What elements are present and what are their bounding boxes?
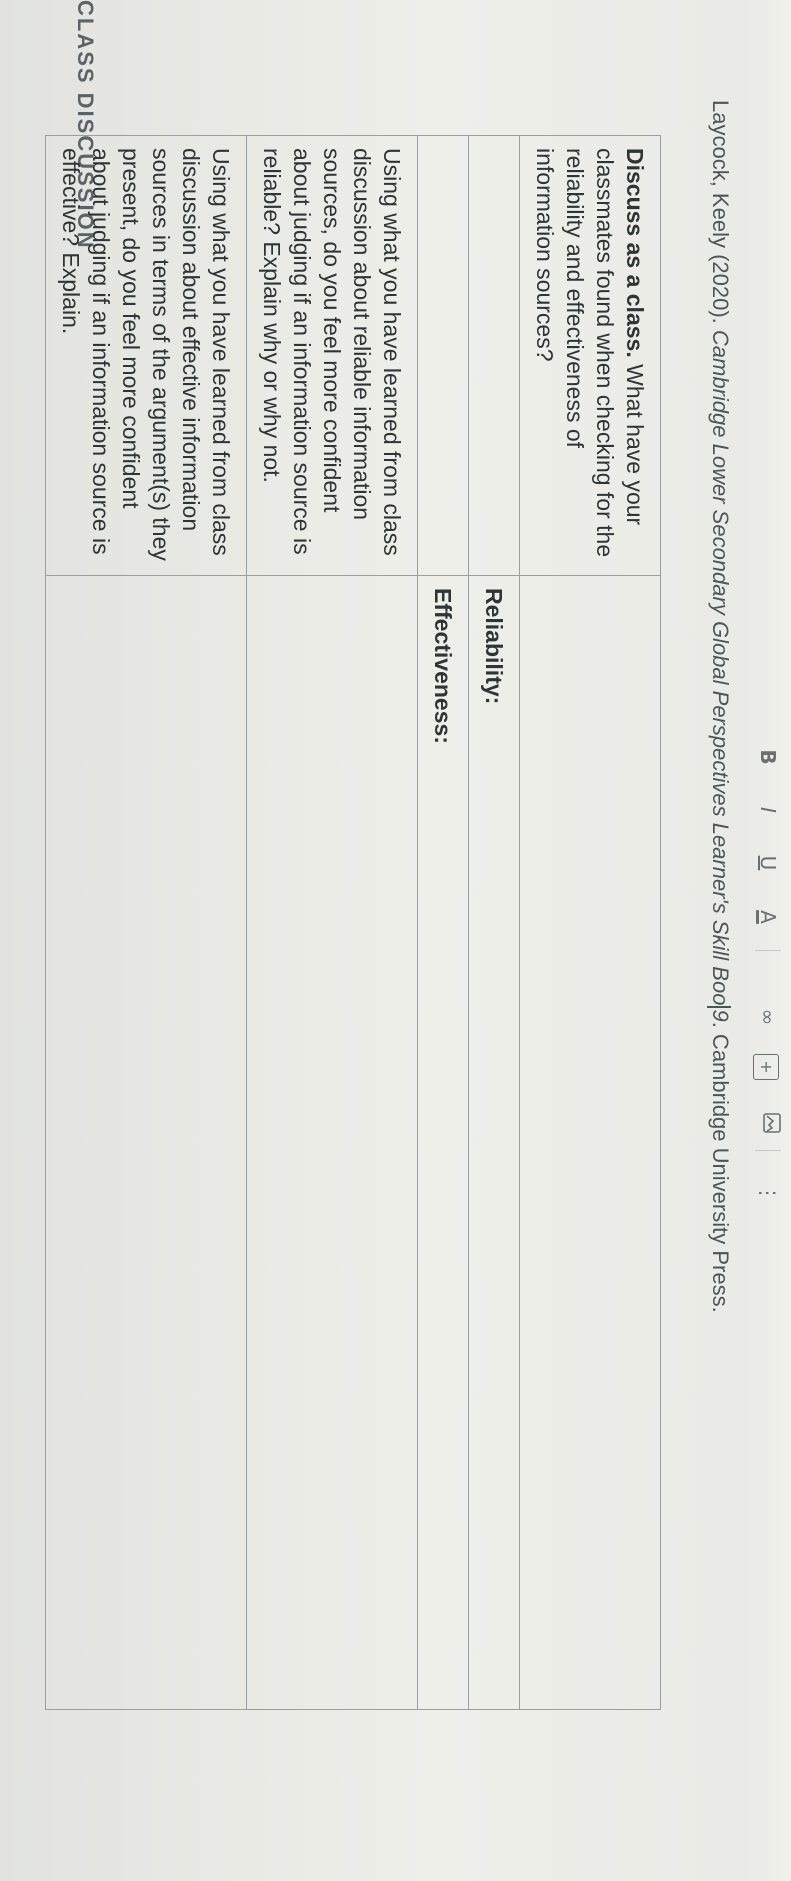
reliability-cell[interactable]: Reliability: <box>468 575 520 1710</box>
more-options-icon[interactable]: ⋮ <box>753 1178 783 1208</box>
toolbar-divider <box>755 1150 781 1151</box>
question-2-cell: Using what you have learned from class d… <box>45 135 247 576</box>
answer-cell-question-1[interactable] <box>246 575 418 1710</box>
question-1-text: Using what you have learned from class d… <box>259 148 405 556</box>
prompt-cell: Discuss as a class. What have your class… <box>519 135 661 576</box>
toolbar-divider <box>755 950 781 951</box>
table-row: Discuss as a class. What have your class… <box>519 135 661 1710</box>
image-icon[interactable] <box>753 1108 783 1138</box>
italic-button[interactable]: I <box>753 795 783 825</box>
bold-button[interactable]: B <box>753 742 783 772</box>
citation-publisher: . Cambridge University Press. <box>708 1021 733 1313</box>
answer-cell-prompt[interactable] <box>519 575 661 1710</box>
empty-cell <box>417 135 469 576</box>
answer-cell-question-2[interactable] <box>45 575 247 1710</box>
document-content: CLASS DISCUSSION Discuss as a class. Wha… <box>0 0 791 1800</box>
question-1-cell: Using what you have learned from class d… <box>246 135 418 576</box>
citation-author: Laycock, Keely (2020). <box>708 100 733 330</box>
image-icon-glyph <box>763 1113 781 1133</box>
link-icon[interactable]: ∞ <box>753 1002 783 1032</box>
citation-book-number: 9 <box>708 1009 733 1022</box>
question-2-text: Using what you have learned from class d… <box>58 148 234 561</box>
citation-book-title: Cambridge Lower Secondary Global Perspec… <box>708 329 733 1006</box>
effectiveness-cell[interactable]: Effectiveness: <box>417 575 469 1710</box>
underline-button[interactable]: U <box>753 848 783 878</box>
insert-icon[interactable]: + <box>753 1054 779 1080</box>
discussion-table: Discuss as a class. What have your class… <box>45 135 661 1710</box>
table-row: Using what you have learned from class d… <box>246 135 418 1710</box>
prompt-lead: Discuss as a class. <box>622 148 648 358</box>
reliability-label: Reliability: <box>481 588 507 705</box>
citation: Laycock, Keely (2020). Cambridge Lower S… <box>706 100 733 1313</box>
table-row: Reliability: <box>468 135 520 1710</box>
photo-page: CLASS DISCUSSION Discuss as a class. Wha… <box>0 0 791 1881</box>
table-row: Using what you have learned from class d… <box>45 135 247 1710</box>
font-color-button[interactable]: A <box>753 902 783 932</box>
effectiveness-label: Effectiveness: <box>430 588 456 744</box>
empty-cell <box>468 135 520 576</box>
editor-toolbar: B I U A ∞ + ⋮ <box>745 0 791 1881</box>
table-row: Effectiveness: <box>417 135 469 1710</box>
